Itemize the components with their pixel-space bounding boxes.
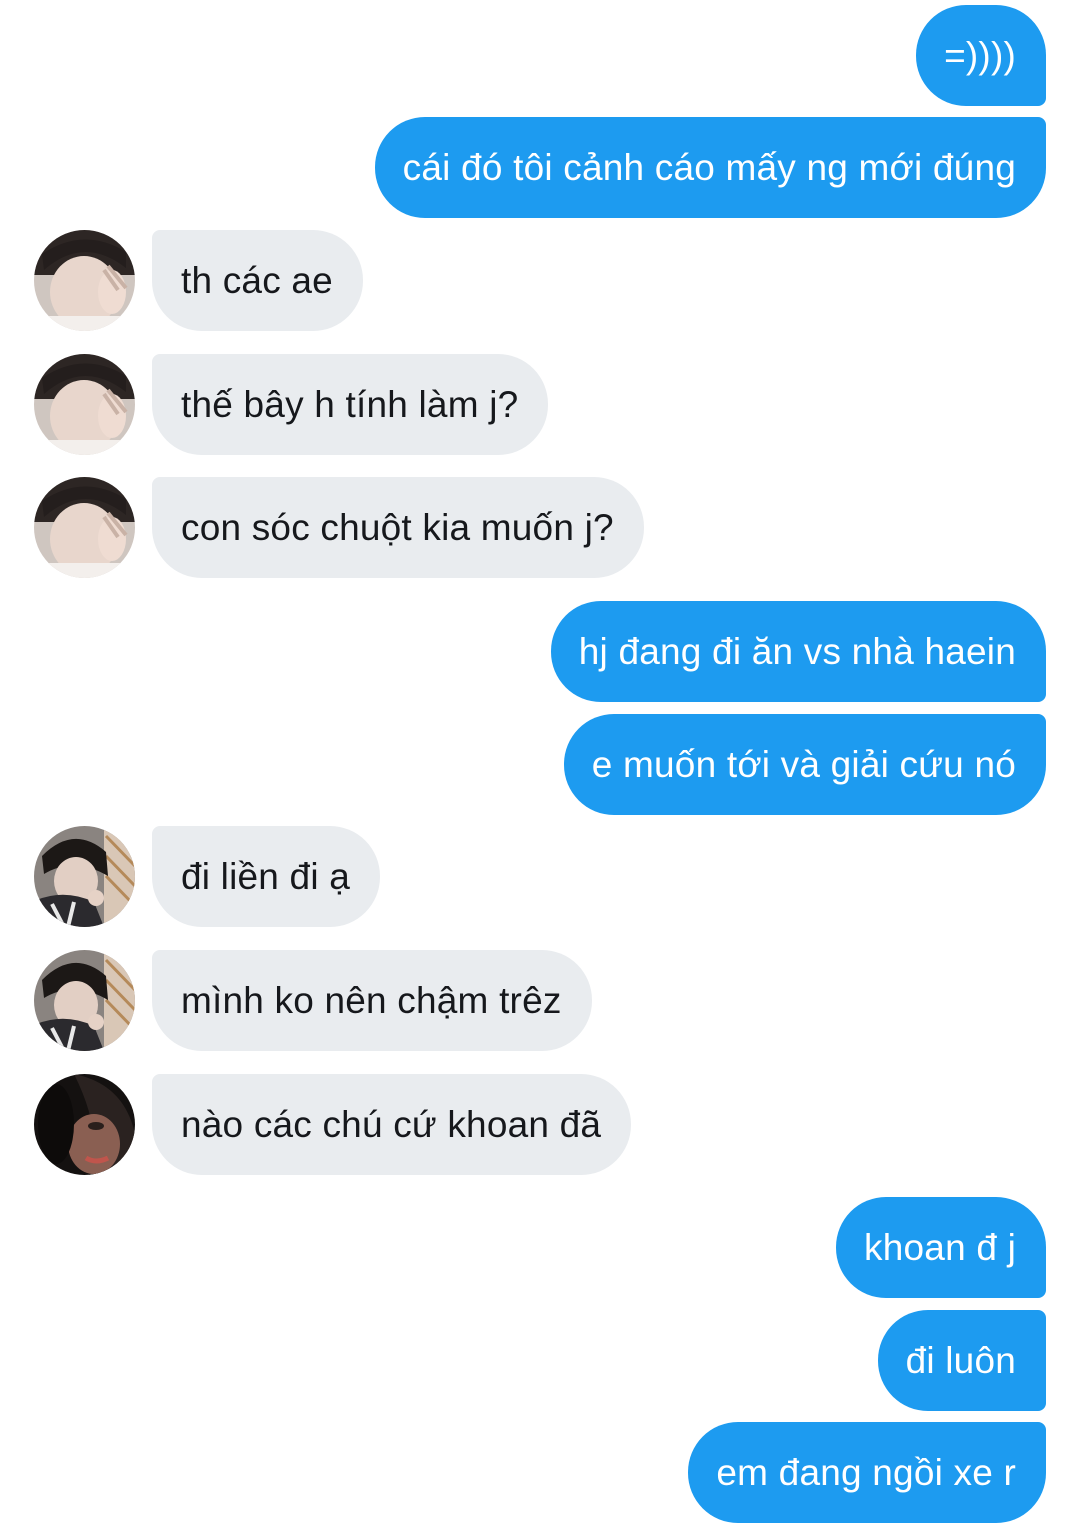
outgoing-message[interactable]: em đang ngồi xe r xyxy=(688,1422,1046,1523)
avatar-user-a[interactable] xyxy=(34,354,135,455)
message-text: e muốn tới và giải cứu nó xyxy=(591,743,1016,785)
incoming-message[interactable]: đi liền đi ạ xyxy=(152,826,381,927)
outgoing-message[interactable]: cái đó tôi cảnh cáo mấy ng mới đúng xyxy=(374,117,1046,218)
avatar-user-a[interactable] xyxy=(34,477,135,578)
avatar-user-a[interactable] xyxy=(34,230,135,331)
outgoing-message[interactable]: e muốn tới và giải cứu nó xyxy=(563,714,1046,815)
chat-thread[interactable]: =)))) cái đó tôi cảnh cáo mấy ng mới đún… xyxy=(0,0,1080,1524)
incoming-message[interactable]: mình ko nên chậm trêz xyxy=(152,950,592,1051)
message-text: cái đó tôi cảnh cáo mấy ng mới đúng xyxy=(402,146,1016,188)
message-text: con sóc chuột kia muốn j? xyxy=(181,506,614,548)
avatar-user-b[interactable] xyxy=(34,950,135,1051)
incoming-message[interactable]: con sóc chuột kia muốn j? xyxy=(152,477,644,578)
outgoing-message[interactable]: khoan đ j xyxy=(836,1197,1046,1298)
outgoing-message[interactable]: đi luôn xyxy=(877,1310,1046,1411)
outgoing-message[interactable]: hj đang đi ăn vs nhà haein xyxy=(550,601,1046,702)
incoming-message[interactable]: thế bây h tính làm j? xyxy=(152,354,549,455)
incoming-message[interactable]: th các ae xyxy=(152,230,363,331)
message-text: nào các chú cứ khoan đã xyxy=(181,1103,602,1145)
message-text: th các ae xyxy=(181,259,333,301)
message-text: đi liền đi ạ xyxy=(181,855,351,897)
message-text: mình ko nên chậm trêz xyxy=(181,979,562,1021)
message-text: khoan đ j xyxy=(864,1226,1016,1268)
message-text: em đang ngồi xe r xyxy=(716,1451,1016,1493)
avatar-user-c[interactable] xyxy=(34,1074,135,1175)
message-text: đi luôn xyxy=(905,1339,1016,1381)
outgoing-message[interactable]: =)))) xyxy=(916,5,1046,106)
message-text: hj đang đi ăn vs nhà haein xyxy=(578,630,1016,672)
avatar-user-b[interactable] xyxy=(34,826,135,927)
message-text: =)))) xyxy=(944,34,1016,76)
message-text: thế bây h tính làm j? xyxy=(181,383,519,425)
incoming-message[interactable]: nào các chú cứ khoan đã xyxy=(152,1074,632,1175)
